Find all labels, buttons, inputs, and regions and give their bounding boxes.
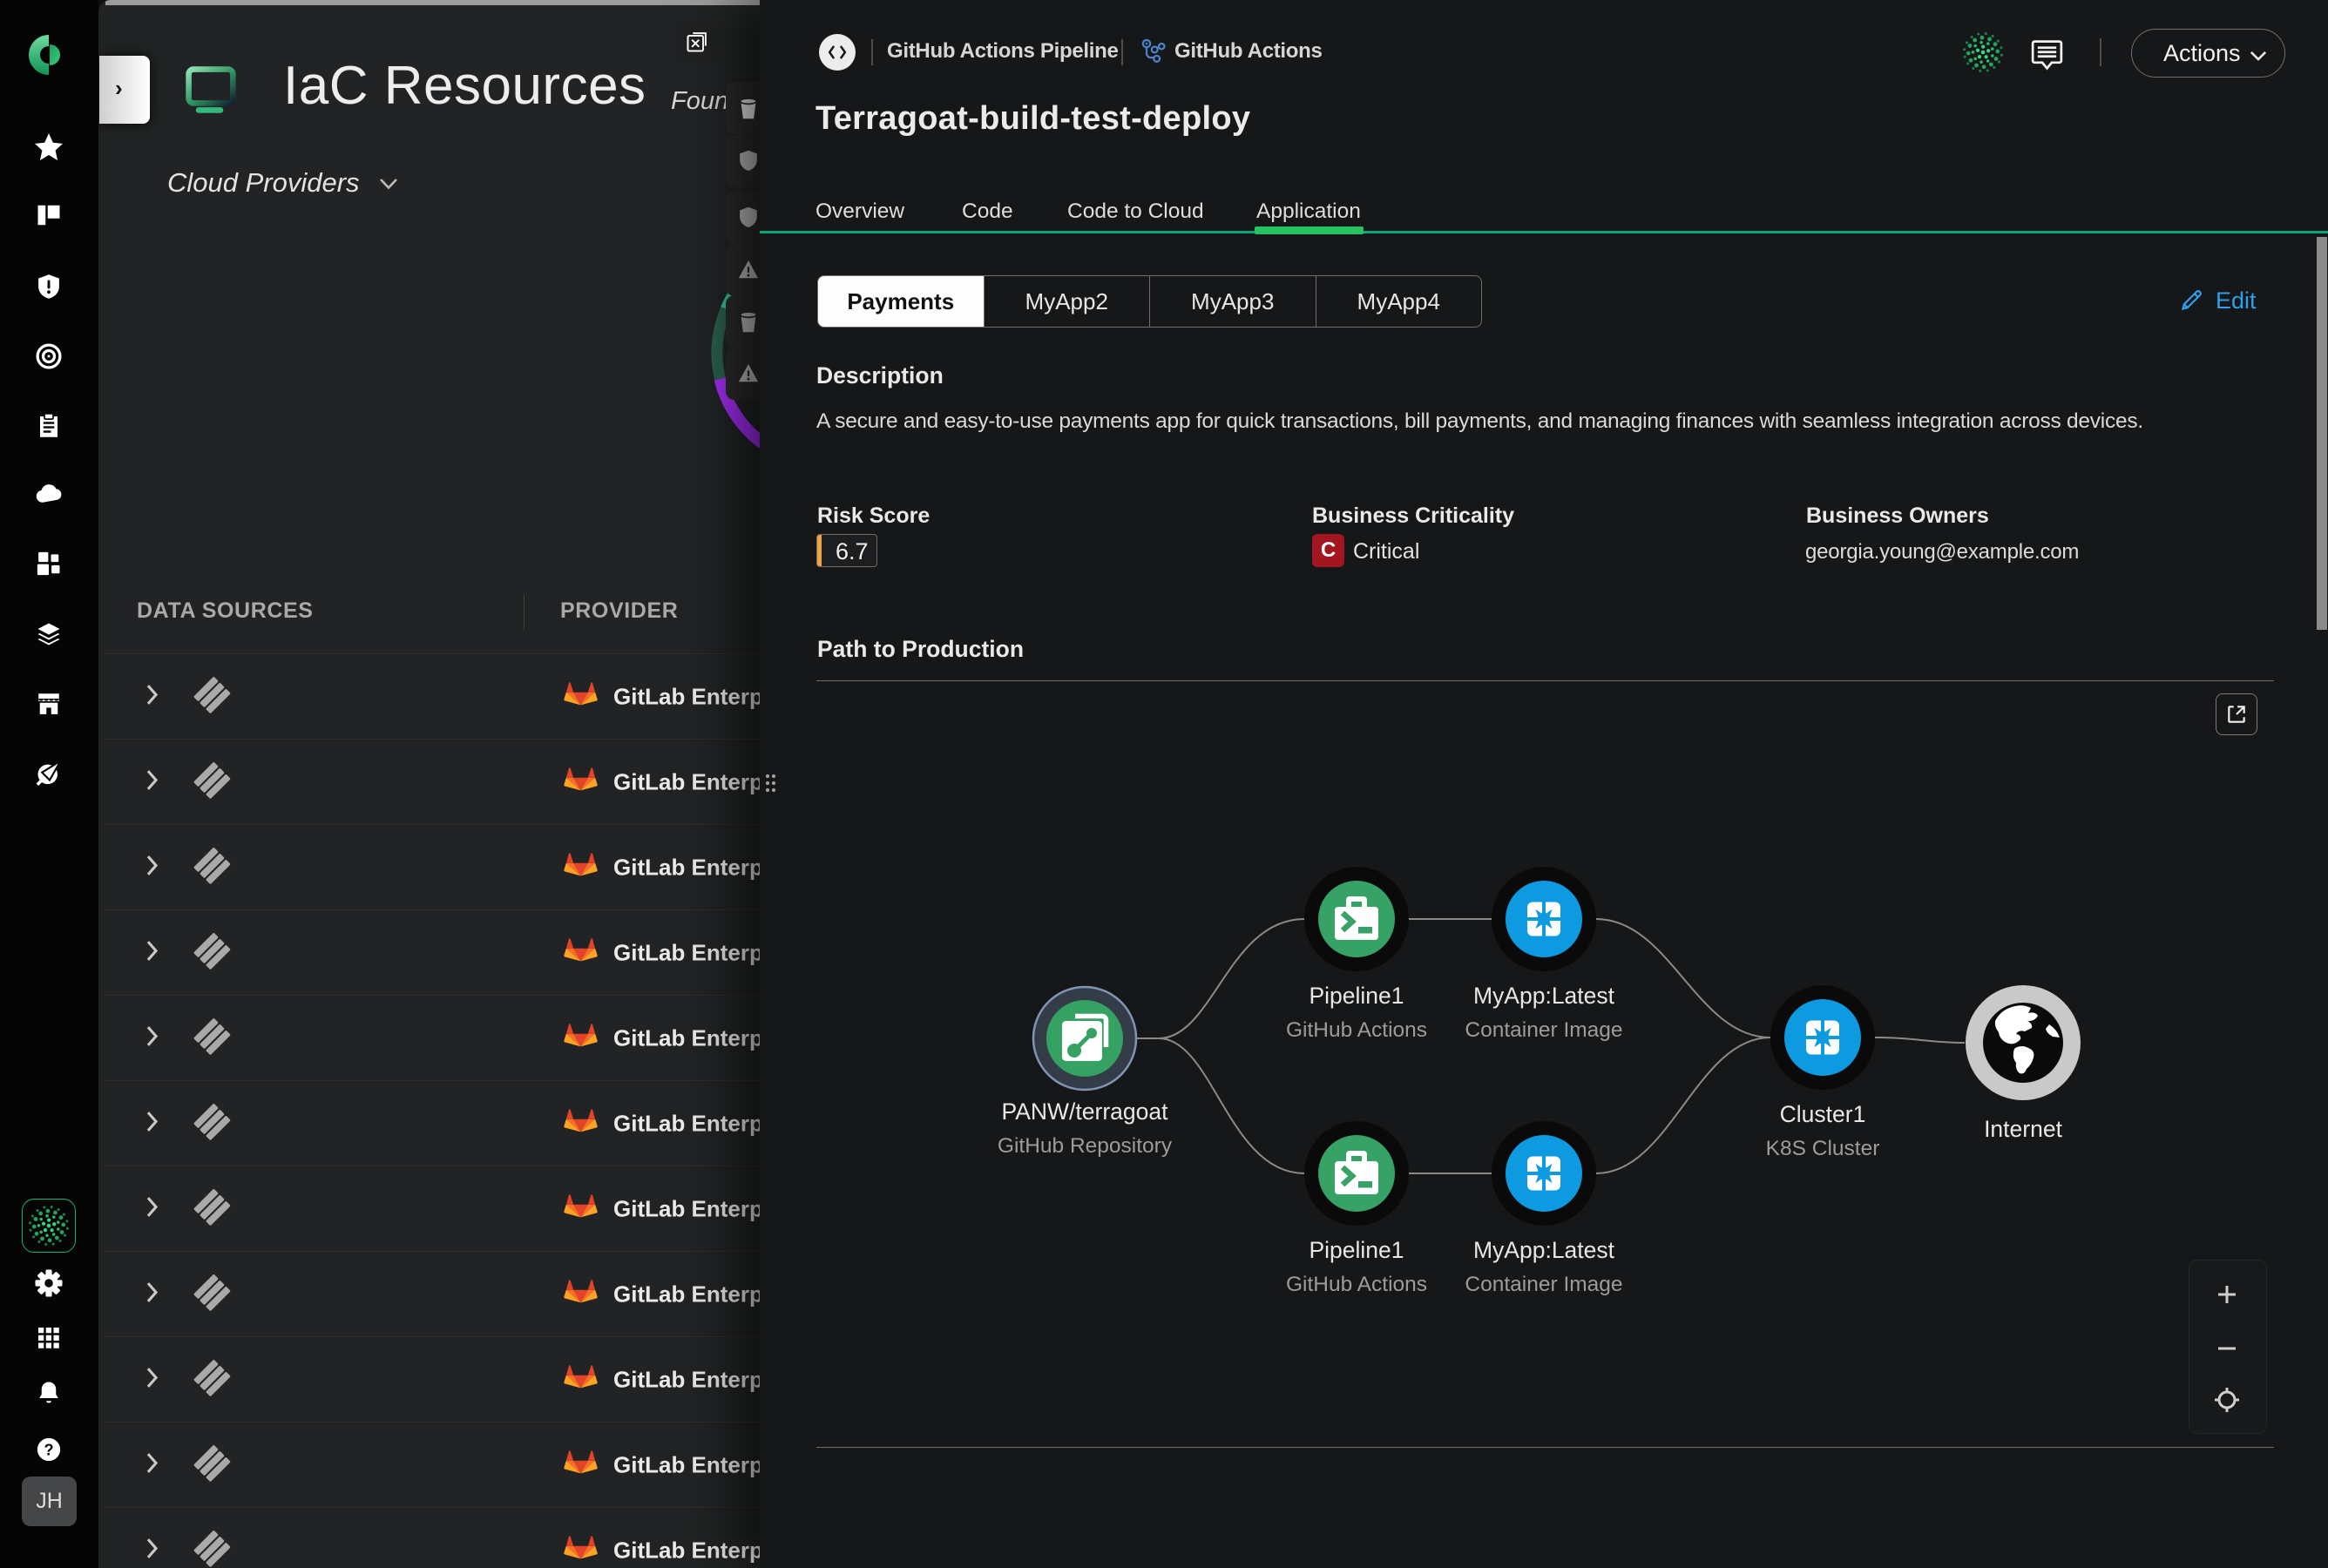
svg-text:MyApp:Latest: MyApp:Latest	[1473, 983, 1615, 1009]
svg-text:Container Image: Container Image	[1465, 1273, 1622, 1296]
svg-text:Pipeline1: Pipeline1	[1309, 983, 1404, 1009]
svg-text:Cluster1: Cluster1	[1780, 1101, 1866, 1127]
svg-text:?: ?	[44, 1441, 53, 1458]
svg-text:Internet: Internet	[1984, 1116, 2063, 1142]
svg-text:K8S Cluster: K8S Cluster	[1766, 1137, 1880, 1160]
svg-text:Pipeline1: Pipeline1	[1309, 1237, 1404, 1263]
svg-text:MyApp:Latest: MyApp:Latest	[1473, 1237, 1615, 1263]
svg-text:GitHub Actions: GitHub Actions	[1286, 1273, 1427, 1296]
svg-text:PANW/terragoat: PANW/terragoat	[1002, 1098, 1169, 1125]
svg-text:GitHub Repository: GitHub Repository	[998, 1134, 1173, 1158]
svg-text:GitHub Actions: GitHub Actions	[1286, 1018, 1427, 1042]
svg-text:Container Image: Container Image	[1465, 1018, 1622, 1042]
